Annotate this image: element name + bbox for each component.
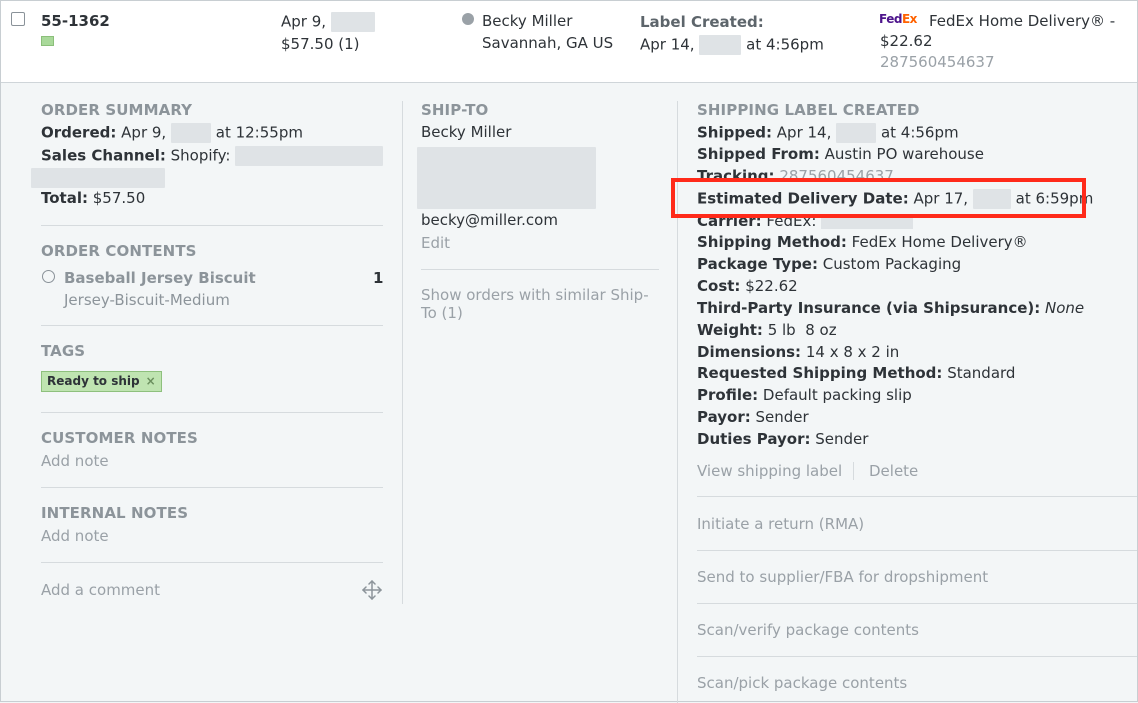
internal-notes-title: INTERNAL NOTES bbox=[41, 504, 189, 522]
edit-ship-to-link[interactable]: Edit bbox=[421, 234, 450, 252]
divider bbox=[697, 603, 1137, 604]
divider bbox=[697, 656, 1137, 657]
add-comment-input[interactable]: Add a comment bbox=[41, 581, 160, 599]
shipped-line: Shipped: Apr 14, at 4:56pm bbox=[697, 123, 959, 143]
ship-to-name: Becky Miller bbox=[421, 123, 512, 141]
tracking-number[interactable]: 287560454637 bbox=[880, 53, 995, 71]
tags-title: TAGS bbox=[41, 342, 86, 360]
similar-orders-link[interactable]: Show orders with similar Ship- To (1) bbox=[421, 286, 649, 322]
scan-pick-link[interactable]: Scan/pick package contents bbox=[697, 674, 907, 692]
shipping-method-line: Shipping Method: FedEx Home Delivery® bbox=[697, 233, 1028, 251]
order-date: Apr 9, bbox=[281, 12, 375, 32]
cost-line: Cost: $22.62 bbox=[697, 277, 798, 295]
carrier-service: FedEx Home Delivery® - bbox=[929, 12, 1116, 30]
order-select-checkbox[interactable] bbox=[11, 12, 25, 26]
remove-tag-icon[interactable]: × bbox=[146, 374, 156, 388]
column-divider bbox=[402, 101, 403, 604]
redacted-year bbox=[836, 123, 877, 143]
shipping-label-title: SHIPPING LABEL CREATED bbox=[697, 101, 920, 119]
move-icon[interactable] bbox=[361, 579, 383, 601]
divider bbox=[41, 487, 383, 488]
tag-ready-to-ship[interactable]: Ready to ship × bbox=[41, 371, 162, 392]
sales-channel-line: Sales Channel: Shopify: bbox=[41, 146, 384, 166]
status-date: Apr 14, at 4:56pm bbox=[640, 35, 824, 55]
total-line: Total: $57.50 bbox=[41, 189, 146, 207]
order-row[interactable]: 55-1362 Apr 9, $57.50 (1) Becky Miller S… bbox=[1, 1, 1137, 83]
scan-verify-link[interactable]: Scan/verify package contents bbox=[697, 621, 919, 639]
tag-label: Ready to ship bbox=[47, 374, 140, 388]
redacted-store bbox=[235, 146, 384, 166]
order-number[interactable]: 55-1362 bbox=[41, 12, 110, 30]
initiate-return-link[interactable]: Initiate a return (RMA) bbox=[697, 515, 864, 533]
package-type-line: Package Type: Custom Packaging bbox=[697, 255, 962, 273]
insurance-line: Third-Party Insurance (via Shipsurance):… bbox=[697, 299, 1085, 317]
customer-location: Savannah, GA US bbox=[482, 34, 614, 52]
order-date-text: Apr 9, bbox=[281, 12, 327, 31]
divider bbox=[41, 562, 383, 563]
estimated-delivery-highlight bbox=[671, 178, 1086, 218]
divider bbox=[697, 496, 1137, 497]
ship-to-title: SHIP-TO bbox=[421, 101, 489, 119]
profile-line: Profile: Default packing slip bbox=[697, 386, 912, 404]
redacted-year bbox=[330, 12, 375, 32]
shipped-from-line: Shipped From: Austin PO warehouse bbox=[697, 145, 984, 163]
divider bbox=[41, 412, 383, 413]
divider bbox=[41, 325, 383, 326]
duties-payor-line: Duties Payor: Sender bbox=[697, 430, 869, 448]
link-separator bbox=[853, 462, 854, 480]
add-customer-note-link[interactable]: Add note bbox=[41, 452, 109, 470]
fedex-logo-icon: FedEx bbox=[879, 12, 917, 26]
weight-line: Weight: 5 lb 8 oz bbox=[697, 321, 837, 339]
redacted-store-continued bbox=[31, 168, 165, 188]
divider bbox=[697, 550, 1137, 551]
status-date-text: Apr 14, bbox=[640, 35, 695, 54]
redacted-year bbox=[170, 123, 211, 143]
status-time: at 4:56pm bbox=[746, 35, 824, 54]
view-shipping-label-link[interactable]: View shipping label bbox=[697, 462, 842, 480]
order-summary-title: ORDER SUMMARY bbox=[41, 101, 193, 119]
send-to-supplier-link[interactable]: Send to supplier/FBA for dropshipment bbox=[697, 568, 988, 586]
carrier-cost: $22.62 bbox=[880, 32, 933, 50]
status-label: Label Created: bbox=[640, 13, 764, 31]
customer-name: Becky Miller bbox=[482, 12, 573, 30]
order-contents-title: ORDER CONTENTS bbox=[41, 242, 197, 260]
requested-method-line: Requested Shipping Method: Standard bbox=[697, 364, 1016, 382]
dimensions-line: Dimensions: 14 x 8 x 2 in bbox=[697, 343, 900, 361]
divider bbox=[421, 269, 659, 270]
customer-status-icon bbox=[462, 13, 474, 25]
redacted-year bbox=[699, 35, 742, 55]
delete-label-link[interactable]: Delete bbox=[869, 462, 918, 480]
order-color-swatch bbox=[41, 36, 54, 46]
order-detail-panel: 55-1362 Apr 9, $57.50 (1) Becky Miller S… bbox=[0, 0, 1138, 703]
item-name[interactable]: Baseball Jersey Biscuit bbox=[64, 269, 256, 287]
customer-notes-title: CUSTOMER NOTES bbox=[41, 429, 198, 447]
carrier-line: Carrier: FedEx: bbox=[697, 218, 914, 229]
item-status-radio[interactable] bbox=[42, 270, 55, 283]
redacted-address bbox=[417, 147, 596, 209]
ship-to-email: becky@miller.com bbox=[421, 211, 558, 229]
item-sku: Jersey-Biscuit-Medium bbox=[64, 291, 230, 309]
redacted-account bbox=[821, 218, 914, 229]
item-quantity: 1 bbox=[373, 269, 384, 287]
order-amount: $57.50 (1) bbox=[281, 35, 360, 53]
divider bbox=[41, 225, 383, 226]
ordered-line: Ordered: Apr 9, at 12:55pm bbox=[41, 123, 303, 143]
add-internal-note-link[interactable]: Add note bbox=[41, 527, 109, 545]
payor-line: Payor: Sender bbox=[697, 408, 809, 426]
